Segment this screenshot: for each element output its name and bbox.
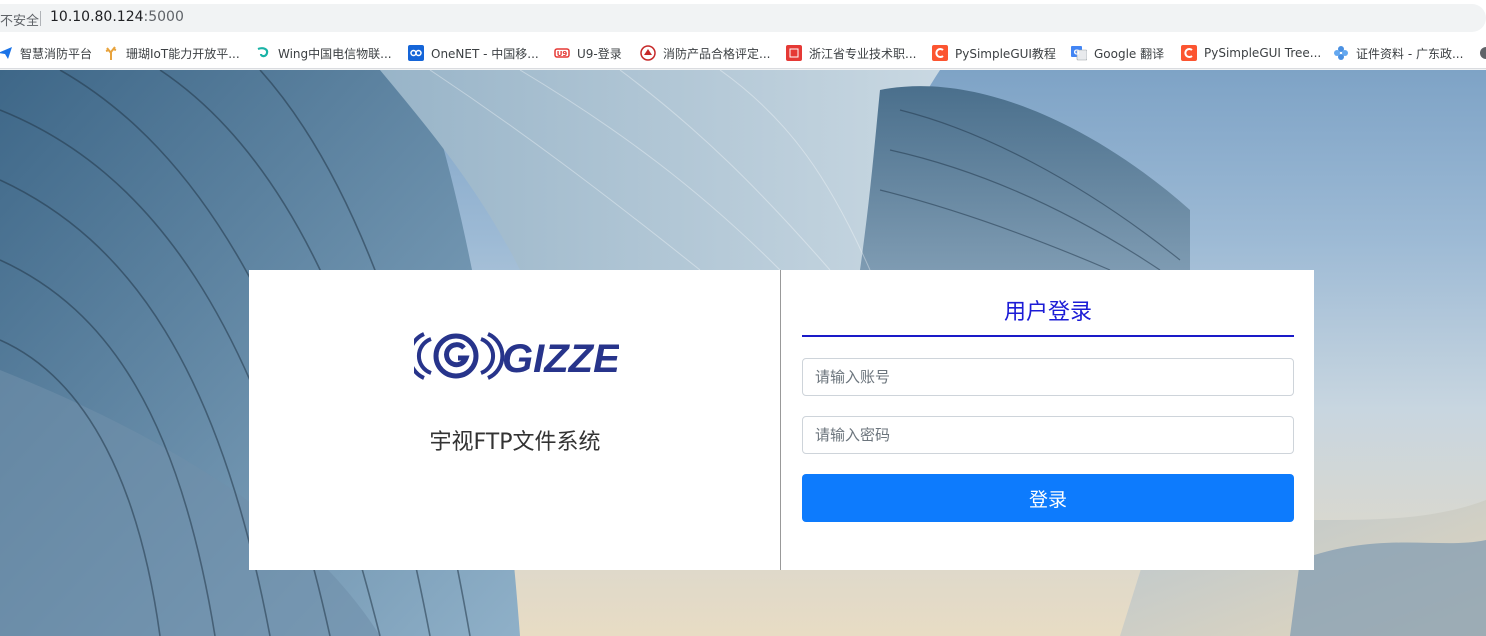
coral-icon [103, 45, 119, 61]
bookmark-label: PySimpleGUI Tree... [1204, 46, 1322, 60]
security-indicator[interactable]: 不安全 [0, 10, 39, 29]
title-underline [802, 335, 1294, 337]
bookmark-item[interactable]: U9 U9-登录 [554, 44, 622, 62]
bookmark-item[interactable]: Wing中国电信物联... [255, 44, 392, 62]
bookmark-label: 智慧消防平台 [20, 46, 93, 61]
password-input[interactable] [802, 416, 1294, 454]
bookmarks-bar: 智慧消防平台 珊瑚IoT能力开放平... Wing中国电信物联... OneNE… [0, 36, 1486, 69]
login-title: 用户登录 [1003, 300, 1092, 325]
shield-badge-icon [640, 45, 656, 61]
system-title: 宇视FTP文件系统 [429, 430, 601, 455]
login-card: GIZZE 宇视FTP文件系统 用户登录 登录 [249, 270, 1314, 570]
swirl-icon [255, 45, 271, 61]
bookmark-item[interactable]: PySimpleGUI教程 [932, 44, 1056, 62]
bookmark-label: U9-登录 [577, 46, 622, 61]
url-port: :5000 [143, 9, 184, 25]
bookmark-label: PySimpleGUI教程 [955, 46, 1056, 61]
bookmark-overflow[interactable] [1478, 44, 1486, 62]
username-input[interactable] [802, 358, 1294, 396]
bookmark-label: 消防产品合格评定... [663, 46, 771, 61]
bookmark-label: Wing中国电信物联... [278, 46, 392, 61]
bookmark-label: 浙江省专业技术职... [809, 46, 917, 61]
globe-icon [1478, 45, 1486, 61]
url-host: 10.10.80.124 [50, 9, 144, 25]
zhejiang-icon [786, 45, 802, 61]
bookmark-label: OneNET - 中国移... [431, 46, 539, 61]
google-translate-icon: G [1071, 45, 1087, 61]
bookmark-item[interactable]: 消防产品合格评定... [640, 44, 770, 62]
bookmark-item[interactable]: PySimpleGUI Tree... [1181, 44, 1321, 62]
gizze-logo: GIZZE [414, 332, 619, 381]
onenet-icon [408, 45, 424, 61]
bookmark-item[interactable]: OneNET - 中国移... [408, 44, 539, 62]
brand-panel: GIZZE 宇视FTP文件系统 [249, 270, 781, 570]
paper-plane-icon [0, 45, 13, 61]
csdn-icon [932, 45, 948, 61]
bookmark-item[interactable]: G Google 翻译 [1071, 44, 1164, 62]
flower-icon [1333, 45, 1349, 61]
bookmark-label: Google 翻译 [1094, 46, 1165, 61]
url-text[interactable]: 10.10.80.124:5000 [50, 9, 184, 25]
bookmark-label: 珊瑚IoT能力开放平... [126, 46, 240, 61]
login-button[interactable]: 登录 [802, 474, 1294, 522]
omnibox[interactable] [0, 4, 1486, 32]
bookmark-item[interactable]: 浙江省专业技术职... [786, 44, 916, 62]
bookmark-label: 证件资料 - 广东政... [1356, 46, 1464, 61]
csdn-icon [1181, 45, 1197, 61]
u9-icon: U9 [554, 45, 570, 61]
bookmark-item[interactable]: 智慧消防平台 [0, 44, 92, 62]
address-bar[interactable]: 不安全 10.10.80.124:5000 [0, 0, 1486, 36]
omnibox-divider [40, 11, 41, 26]
bookmark-item[interactable]: 证件资料 - 广东政... [1333, 44, 1463, 62]
login-form: 用户登录 登录 [802, 270, 1294, 570]
svg-text:G: G [1074, 49, 1080, 57]
bookmark-item[interactable]: 珊瑚IoT能力开放平... [103, 44, 240, 62]
logo-wordmark: GIZZE [502, 337, 619, 381]
svg-text:U9: U9 [557, 50, 568, 58]
